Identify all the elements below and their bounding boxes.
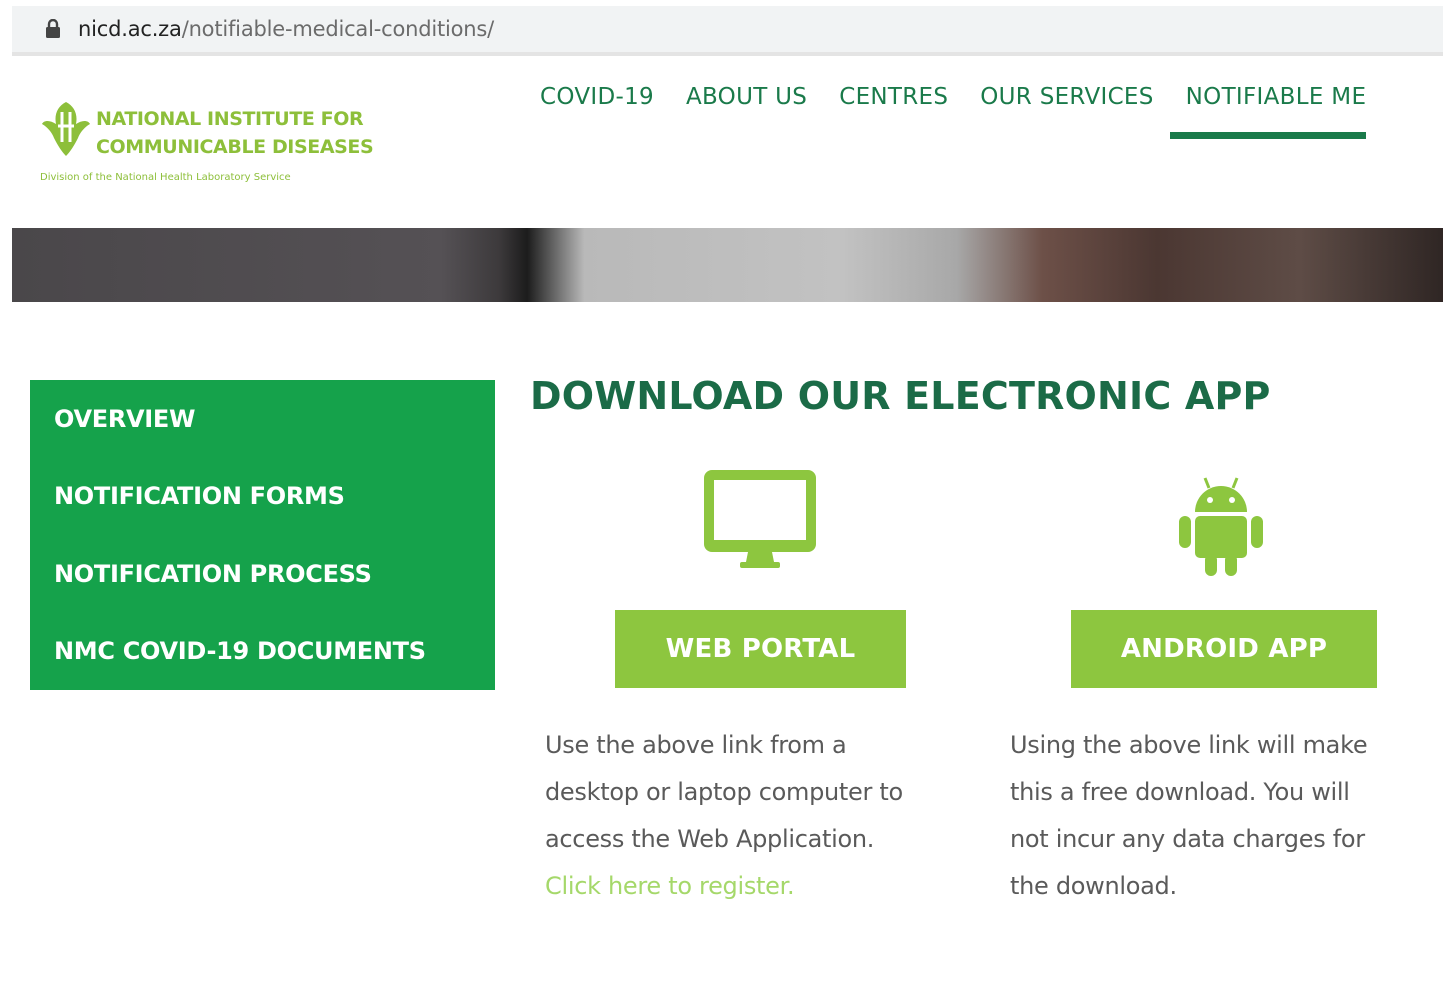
web-desc-line-2: desktop or laptop computer to xyxy=(545,778,903,806)
android-app-button[interactable]: ANDROID APP xyxy=(1071,610,1377,688)
url-path: /notifiable-medical-conditions/ xyxy=(181,17,495,41)
sidebar-item-notification-forms[interactable]: NOTIFICATION FORMS xyxy=(30,482,495,510)
nav-item-covid-19[interactable]: COVID-19 xyxy=(540,84,654,139)
sidebar-menu: OVERVIEW NOTIFICATION FORMS NOTIFICATION… xyxy=(30,380,495,690)
main-nav: COVID-19 ABOUT US CENTRES OUR SERVICES N… xyxy=(540,84,1398,139)
site-header: NATIONAL INSTITUTE FOR COMMUNICABLE DISE… xyxy=(12,60,1443,228)
hero-banner-image xyxy=(12,228,1443,302)
lock-icon xyxy=(40,16,66,42)
logo-title-line2: COMMUNICABLE DISEASES xyxy=(96,136,374,158)
logo-title-line1: NATIONAL INSTITUTE FOR xyxy=(96,108,364,130)
page-title: DOWNLOAD OUR ELECTRONIC APP xyxy=(530,374,1271,418)
android-icon xyxy=(1179,477,1263,576)
android-desc-line-3: not incur any data charges for xyxy=(1010,825,1365,853)
android-desc-line-4: the download. xyxy=(1010,872,1177,900)
register-link[interactable]: Click here to register. xyxy=(545,863,985,910)
web-portal-description: Use the above link from a desktop or lap… xyxy=(545,722,985,910)
nav-item-about-us[interactable]: ABOUT US xyxy=(686,84,807,139)
nicd-logo-icon xyxy=(42,102,90,156)
nav-item-our-services[interactable]: OUR SERVICES xyxy=(980,84,1153,139)
sidebar-item-overview[interactable]: OVERVIEW xyxy=(30,405,495,433)
nav-item-notifiable-medical-conditions[interactable]: NOTIFIABLE ME xyxy=(1169,84,1367,139)
logo-tagline: Division of the National Health Laborato… xyxy=(40,172,291,183)
android-app-description: Using the above link will make this a fr… xyxy=(1010,722,1443,910)
web-portal-button[interactable]: WEB PORTAL xyxy=(615,610,906,688)
sidebar-item-notification-process[interactable]: NOTIFICATION PROCESS xyxy=(30,560,495,588)
url-domain: nicd.ac.za xyxy=(78,17,182,41)
sidebar-item-nmc-covid-19-documents[interactable]: NMC COVID-19 DOCUMENTS xyxy=(30,637,495,665)
android-desc-line-2: this a free download. You will xyxy=(1010,778,1350,806)
web-desc-line-1: Use the above link from a xyxy=(545,731,847,759)
nav-item-centres[interactable]: CENTRES xyxy=(839,84,948,139)
site-logo[interactable]: NATIONAL INSTITUTE FOR COMMUNICABLE DISE… xyxy=(40,98,390,194)
android-desc-line-1: Using the above link will make xyxy=(1010,731,1368,759)
browser-address-bar[interactable]: nicd.ac.za/notifiable-medical-conditions… xyxy=(12,6,1443,56)
web-desc-line-3: access the Web Application. xyxy=(545,825,875,853)
url-text[interactable]: nicd.ac.za/notifiable-medical-conditions… xyxy=(78,17,494,41)
desktop-icon xyxy=(704,470,816,568)
